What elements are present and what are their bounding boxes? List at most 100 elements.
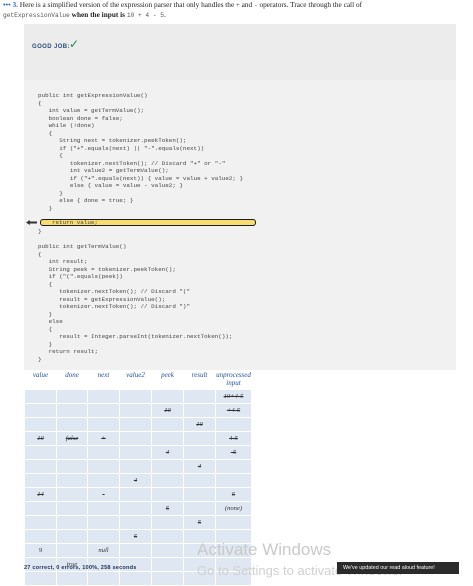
trace-cell[interactable] <box>119 459 152 474</box>
trace-cell[interactable] <box>24 445 57 460</box>
trace-header-cell: value <box>32 371 49 379</box>
trace-cell[interactable] <box>56 543 88 558</box>
trace-cell[interactable] <box>151 543 184 558</box>
trace-cell[interactable]: 10 <box>151 403 184 418</box>
trace-row: 5 (none) <box>24 501 252 516</box>
trace-cell[interactable]: 14 <box>24 487 57 502</box>
trace-cell[interactable] <box>87 515 120 530</box>
plus-operator: + <box>236 2 240 9</box>
feedback-panel: GOOD JOB: ✓ <box>24 24 456 80</box>
trace-cell[interactable] <box>151 417 184 432</box>
trace-cell[interactable] <box>87 473 120 488</box>
trace-cell[interactable]: + <box>87 431 120 446</box>
trace-cell[interactable]: +4-5 <box>215 403 252 418</box>
trace-cell[interactable]: false <box>56 431 88 446</box>
highlighted-code-line[interactable]: return value; <box>40 219 256 226</box>
trace-cell[interactable]: 5 <box>215 487 252 502</box>
trace-cell[interactable] <box>24 389 57 404</box>
trace-header-cell: peek <box>161 371 174 379</box>
trace-cell[interactable] <box>56 417 88 432</box>
trace-cell[interactable] <box>151 529 184 544</box>
trace-cell[interactable] <box>87 389 120 404</box>
trace-cell[interactable] <box>56 389 88 404</box>
trace-cell[interactable] <box>56 529 88 544</box>
trace-cell[interactable] <box>24 501 57 516</box>
trace-cell[interactable] <box>24 515 57 530</box>
trace-cell[interactable] <box>183 487 216 502</box>
trace-cell[interactable] <box>87 459 120 474</box>
trace-cell[interactable]: 4 <box>183 459 216 474</box>
trace-cell[interactable] <box>24 459 57 474</box>
trace-cell[interactable]: (none) <box>215 501 252 516</box>
trace-cell[interactable] <box>24 417 57 432</box>
trace-cell[interactable] <box>215 417 252 432</box>
trace-cell[interactable] <box>87 445 120 460</box>
trace-cell[interactable]: 5 <box>119 529 152 544</box>
trace-cell[interactable]: 5 <box>183 515 216 530</box>
trace-cell[interactable] <box>24 529 57 544</box>
trace-cell[interactable] <box>119 501 152 516</box>
trace-cell[interactable] <box>56 459 88 474</box>
trace-cell[interactable] <box>215 515 252 530</box>
trace-cell[interactable]: -5 <box>215 445 252 460</box>
trace-cell[interactable] <box>151 431 184 446</box>
trace-cell[interactable] <box>87 417 120 432</box>
trace-cell[interactable] <box>119 487 152 502</box>
question-text-c: when the input is <box>71 10 125 19</box>
trace-row: 10+4-5 <box>24 389 252 404</box>
trace-cell[interactable]: 5 <box>151 501 184 516</box>
notification-toast[interactable]: We've updated our read aloud feature! <box>337 562 459 574</box>
trace-cell[interactable] <box>183 389 216 404</box>
trace-cell[interactable] <box>215 459 252 474</box>
question-number: ••• 3. <box>3 0 18 9</box>
trace-cell[interactable] <box>183 403 216 418</box>
trace-cell[interactable] <box>87 403 120 418</box>
question-text-and: and <box>241 0 253 9</box>
trace-cell[interactable] <box>119 417 152 432</box>
trace-cell[interactable]: 4 <box>151 445 184 460</box>
status-line: 27 correct, 0 errors, 100%, 258 seconds <box>24 565 137 571</box>
trace-cell[interactable]: 10 <box>183 417 216 432</box>
trace-cell[interactable] <box>151 459 184 474</box>
trace-row: 10 +4-5 <box>24 403 252 418</box>
trace-cell[interactable] <box>151 515 184 530</box>
trace-cell[interactable] <box>87 529 120 544</box>
minus-operator: - <box>253 2 258 9</box>
trace-cell[interactable] <box>119 445 152 460</box>
trace-cell[interactable] <box>56 515 88 530</box>
trace-cell[interactable] <box>151 487 184 502</box>
trace-cell[interactable] <box>56 501 88 516</box>
trace-cell[interactable] <box>119 515 152 530</box>
trace-cell[interactable]: 4 <box>119 473 152 488</box>
trace-cell[interactable] <box>56 473 88 488</box>
trace-cell[interactable]: 10 <box>24 431 57 446</box>
activate-windows-title: Activate Windows <box>197 540 332 559</box>
trace-cell[interactable] <box>56 403 88 418</box>
question-text-a: Here is a simplified version of the expr… <box>19 0 235 9</box>
trace-cell[interactable] <box>183 501 216 516</box>
trace-cell[interactable] <box>183 431 216 446</box>
trace-cell[interactable] <box>151 473 184 488</box>
trace-cell[interactable] <box>24 473 57 488</box>
trace-cell[interactable] <box>119 431 152 446</box>
trace-cell[interactable] <box>56 487 88 502</box>
trace-cell[interactable]: - <box>87 487 120 502</box>
trace-cell[interactable] <box>56 445 88 460</box>
trace-cell[interactable] <box>215 473 252 488</box>
trace-cell[interactable]: null <box>87 543 120 558</box>
trace-cell[interactable] <box>119 543 152 558</box>
trace-cell[interactable] <box>119 389 152 404</box>
trace-cell[interactable] <box>183 473 216 488</box>
trace-cell[interactable] <box>24 403 57 418</box>
trace-cell[interactable]: 10+4-5 <box>215 389 252 404</box>
trace-cell[interactable] <box>87 501 120 516</box>
trace-cell[interactable] <box>151 389 184 404</box>
trace-row: 10 <box>24 417 252 432</box>
trace-cell[interactable] <box>183 445 216 460</box>
trace-row: 4 <box>24 473 252 488</box>
trace-cell[interactable]: 9 <box>24 543 57 558</box>
trace-cell[interactable] <box>119 403 152 418</box>
question-text-end: . <box>163 10 166 19</box>
trace-cell[interactable]: 4-5 <box>215 431 252 446</box>
trace-cell[interactable] <box>151 557 184 572</box>
